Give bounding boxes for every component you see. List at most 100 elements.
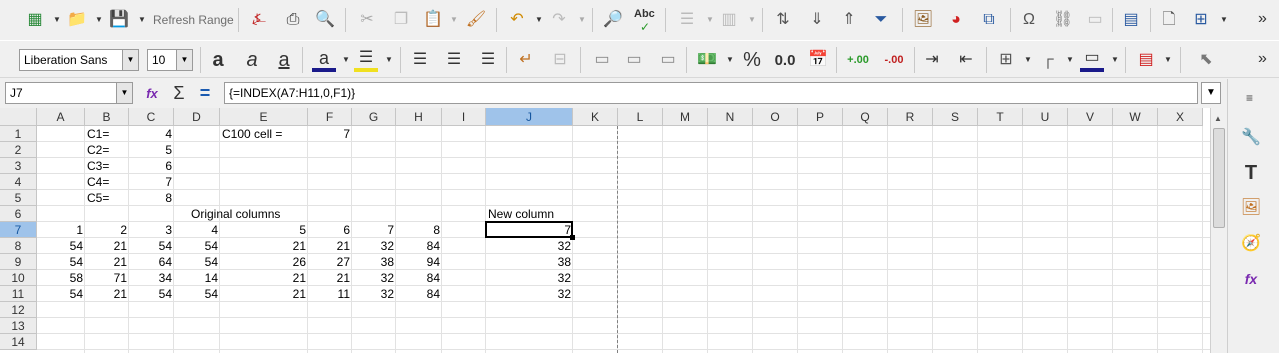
- column-header-v[interactable]: V: [1068, 108, 1113, 126]
- decrease-indent-icon[interactable]: ⇤: [954, 48, 978, 72]
- scroll-up-icon[interactable]: ▲: [1214, 114, 1222, 123]
- clone-formatting-icon[interactable]: 🖌: [465, 9, 487, 31]
- font-color-dropdown-icon[interactable]: ▼: [342, 55, 350, 64]
- font-size-combo[interactable]: 10 ▼: [147, 49, 193, 71]
- cell-d7[interactable]: 4: [174, 222, 220, 238]
- align-top-icon[interactable]: ▭: [590, 48, 614, 72]
- column-header-q[interactable]: Q: [843, 108, 888, 126]
- cell-b7[interactable]: 2: [85, 222, 129, 238]
- row-header-11[interactable]: 11: [0, 286, 37, 302]
- cell-g7[interactable]: 7: [352, 222, 396, 238]
- column-header-u[interactable]: U: [1023, 108, 1068, 126]
- percent-format-button[interactable]: %: [740, 48, 764, 72]
- align-center-icon[interactable]: ☰: [442, 48, 466, 72]
- new-dropdown-icon[interactable]: ▼: [53, 15, 61, 24]
- cell-c2[interactable]: 5: [129, 142, 174, 158]
- formula-input[interactable]: {=INDEX(A7:H11,0,F1)}: [224, 82, 1198, 104]
- cell-c8[interactable]: 54: [129, 238, 174, 254]
- undo-dropdown-icon[interactable]: ▼: [535, 15, 543, 24]
- cell-f8[interactable]: 21: [308, 238, 352, 254]
- toolbar-overflow-button[interactable]: »: [1258, 10, 1267, 28]
- cell-a7[interactable]: 1: [37, 222, 85, 238]
- spellcheck-button[interactable]: Abc: [634, 8, 655, 20]
- define-print-area-icon[interactable]: 🗋: [1158, 9, 1180, 31]
- cell-a10[interactable]: 58: [37, 270, 85, 286]
- cell-b3[interactable]: C3=: [85, 158, 111, 174]
- insert-chart-icon[interactable]: ◕: [945, 9, 967, 31]
- conditional-format-dropdown-icon[interactable]: ▼: [1164, 55, 1172, 64]
- scroll-thumb[interactable]: [1213, 128, 1225, 228]
- cell-c7[interactable]: 3: [129, 222, 174, 238]
- font-size-dropdown-icon[interactable]: ▼: [176, 50, 192, 70]
- column-header-c[interactable]: C: [129, 108, 174, 126]
- row-header-6[interactable]: 6: [0, 206, 37, 222]
- function-wizard-icon[interactable]: fx: [141, 83, 163, 103]
- column-header-l[interactable]: L: [618, 108, 663, 126]
- cell-e9[interactable]: 26: [220, 254, 308, 270]
- row-header-8[interactable]: 8: [0, 238, 37, 254]
- currency-dropdown-icon[interactable]: ▼: [726, 55, 734, 64]
- comment-icon[interactable]: ▭: [1084, 9, 1106, 31]
- cell-c9[interactable]: 64: [129, 254, 174, 270]
- italic-icon[interactable]: a: [240, 48, 264, 72]
- headers-footers-icon[interactable]: ▤: [1120, 9, 1142, 31]
- sidebar-menu-icon[interactable]: ≡: [1246, 91, 1253, 105]
- row-dropdown-icon[interactable]: ▼: [706, 15, 714, 24]
- cell-d11[interactable]: 54: [174, 286, 220, 302]
- refresh-range-button[interactable]: Refresh Range: [153, 13, 234, 27]
- column-header-a[interactable]: A: [37, 108, 85, 126]
- name-box-dropdown-icon[interactable]: ▼: [116, 83, 132, 103]
- cell-d10[interactable]: 14: [174, 270, 220, 286]
- row-header-5[interactable]: 5: [0, 190, 37, 206]
- cell-f9[interactable]: 27: [308, 254, 352, 270]
- increase-indent-icon[interactable]: ⇥: [920, 48, 944, 72]
- currency-format-icon[interactable]: 💵: [694, 48, 720, 72]
- cell-c3[interactable]: 6: [129, 158, 174, 174]
- column-header-s[interactable]: S: [933, 108, 978, 126]
- row-header-1[interactable]: 1: [0, 126, 37, 142]
- cell-h11[interactable]: 84: [396, 286, 442, 302]
- sort-icon[interactable]: ⇅: [772, 9, 794, 31]
- column-header-m[interactable]: M: [663, 108, 708, 126]
- pivot-table-icon[interactable]: ⧉: [978, 9, 1000, 31]
- column-icon[interactable]: ▥: [718, 9, 740, 31]
- cell-j6[interactable]: New column: [486, 206, 556, 222]
- cell-j10[interactable]: 32: [486, 270, 573, 286]
- export-pdf-icon[interactable]: ⍼: [248, 9, 270, 31]
- expand-formula-bar-button[interactable]: ▼: [1201, 82, 1221, 104]
- freeze-dropdown-icon[interactable]: ▼: [1220, 15, 1228, 24]
- cell-f11[interactable]: 11: [308, 286, 352, 302]
- column-dropdown-icon[interactable]: ▼: [748, 15, 756, 24]
- print-icon[interactable]: ⎙: [282, 9, 304, 31]
- cell-c11[interactable]: 54: [129, 286, 174, 302]
- redo-icon[interactable]: ↷: [548, 9, 570, 31]
- copy-icon[interactable]: ❐: [390, 9, 412, 31]
- open-folder-icon[interactable]: 📁: [66, 9, 88, 31]
- select-all-corner[interactable]: [0, 108, 37, 126]
- cell-a8[interactable]: 54: [37, 238, 85, 254]
- cell-b8[interactable]: 21: [85, 238, 129, 254]
- column-header-n[interactable]: N: [708, 108, 753, 126]
- undo-icon[interactable]: ↶: [506, 9, 528, 31]
- cell-j11[interactable]: 32: [486, 286, 573, 302]
- cell-c4[interactable]: 7: [129, 174, 174, 190]
- column-header-g[interactable]: G: [352, 108, 396, 126]
- row-header-14[interactable]: 14: [0, 334, 37, 350]
- insert-image-icon[interactable]: 🖼: [912, 9, 934, 31]
- navigator-icon[interactable]: 🧭: [1238, 231, 1264, 255]
- functions-icon[interactable]: fx: [1238, 267, 1264, 291]
- highlighting-dropdown-icon[interactable]: ▼: [385, 55, 393, 64]
- align-left-icon[interactable]: ☰: [408, 48, 432, 72]
- cell-b9[interactable]: 21: [85, 254, 129, 270]
- sort-descending-icon[interactable]: ⇑: [838, 9, 860, 31]
- cell-e11[interactable]: 21: [220, 286, 308, 302]
- cell-b1[interactable]: C1=: [85, 126, 111, 142]
- vertical-scrollbar[interactable]: ▲: [1210, 108, 1227, 353]
- sum-icon[interactable]: Σ: [168, 83, 190, 103]
- cell-c1[interactable]: 4: [129, 126, 174, 142]
- font-name-dropdown-icon[interactable]: ▼: [122, 50, 138, 70]
- cell-a11[interactable]: 54: [37, 286, 85, 302]
- paste-dropdown-icon[interactable]: ▼: [450, 15, 458, 24]
- cell-g9[interactable]: 38: [352, 254, 396, 270]
- row-header-13[interactable]: 13: [0, 318, 37, 334]
